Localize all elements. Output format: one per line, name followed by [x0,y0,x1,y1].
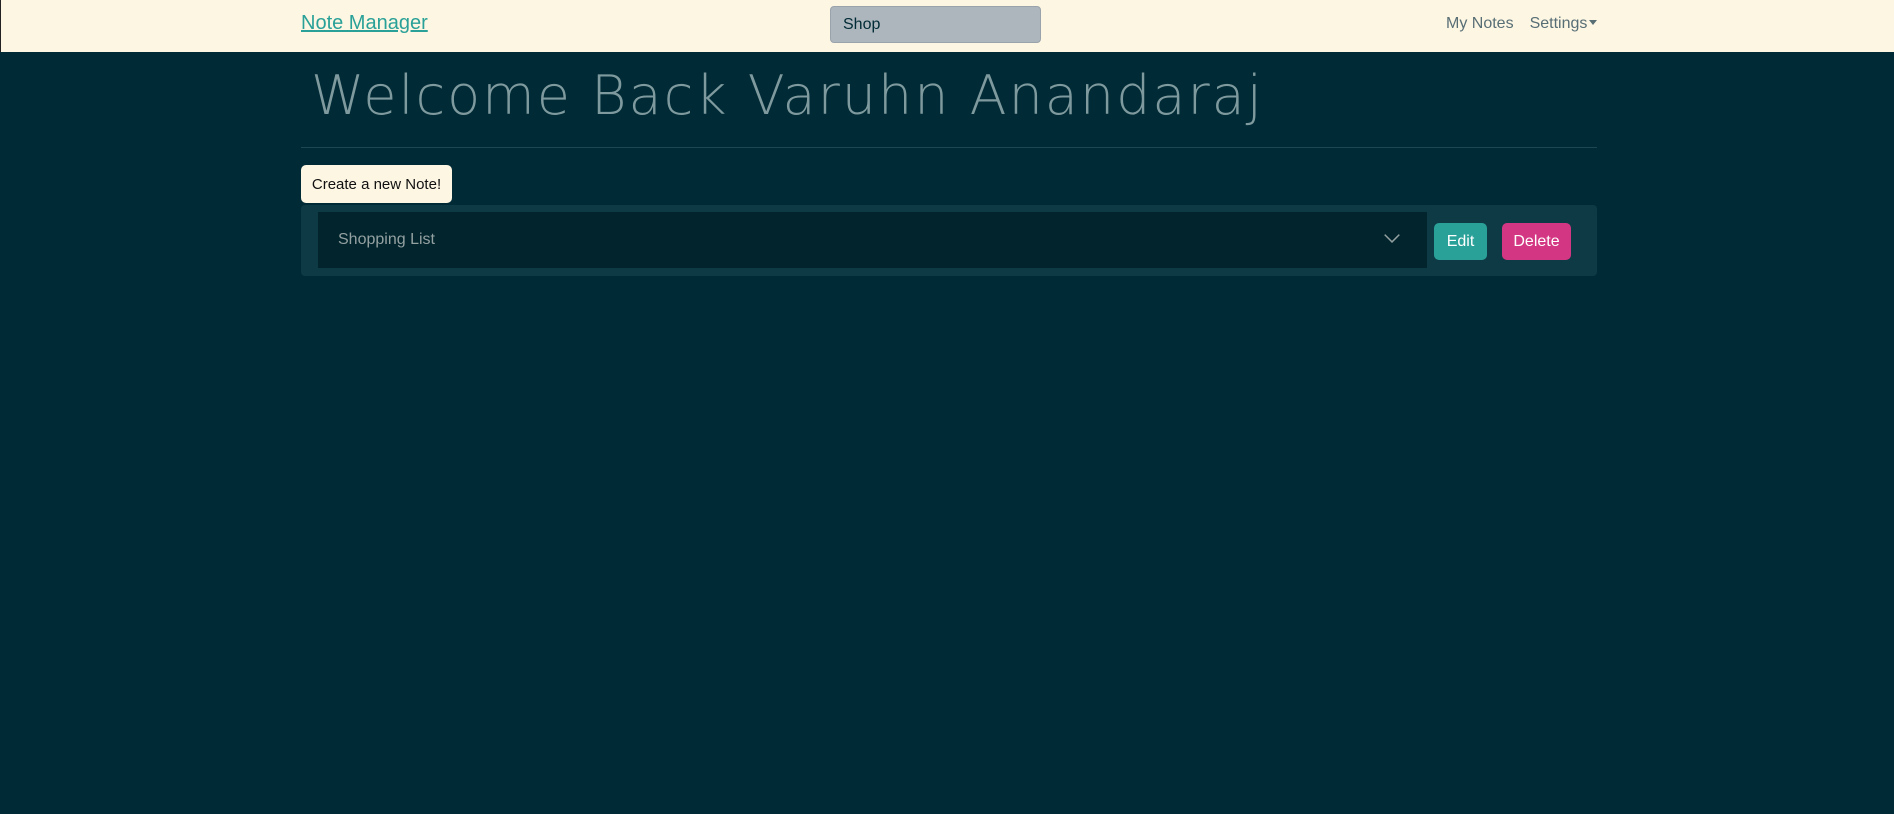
note-card: Shopping List Edit Delete [301,205,1597,276]
navbar: Note Manager My Notes Settings [0,0,1894,52]
search-input[interactable] [830,6,1041,43]
settings-label: Settings [1529,15,1588,32]
brand-link[interactable]: Note Manager [301,12,428,35]
nav-links: My Notes Settings [1446,15,1598,33]
edit-note-button[interactable]: Edit [1434,223,1487,260]
note-title: Shopping List [338,231,435,248]
welcome-heading: Welcome Back Varuhn Anandaraj [311,64,1264,127]
delete-note-button[interactable]: Delete [1502,223,1571,260]
nav-my-notes-link[interactable]: My Notes [1446,15,1514,33]
caret-down-icon [1589,20,1598,25]
create-note-button[interactable]: Create a new Note! [301,165,452,203]
nav-settings-dropdown[interactable]: Settings [1530,15,1598,33]
note-accordion-header[interactable]: Shopping List [318,212,1427,268]
divider [301,147,1597,148]
chevron-down-icon [1384,234,1400,243]
